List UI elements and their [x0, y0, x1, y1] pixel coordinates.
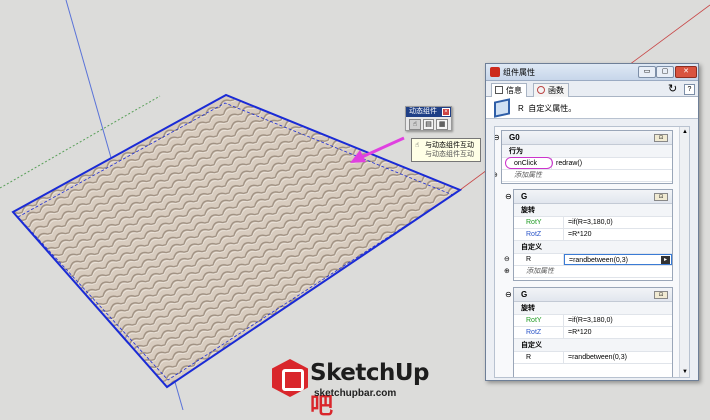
attribute-key: RotZ: [514, 327, 564, 338]
window-title: 组件属性: [503, 68, 535, 77]
formula-cursor-icon: ▸: [661, 256, 670, 264]
section-title: 自定义: [514, 241, 672, 254]
attribute-key: R: [514, 254, 564, 265]
tab-functions[interactable]: 函数: [533, 83, 569, 97]
pin-icon[interactable]: ⊡: [654, 134, 668, 142]
tab-info[interactable]: 信息: [491, 83, 527, 97]
attribute-block-g-2: ⊖ G ⊡ 旋转 RotY =if(R=3,180,0) RotZ =R*120…: [505, 287, 673, 377]
maximize-button[interactable]: ▢: [656, 66, 674, 78]
attribute-block-g: ⊖ G ⊡ 旋转 RotY =if(R=3,180,0) RotZ =R*120…: [504, 189, 673, 281]
pointer-arrow: [361, 136, 405, 159]
attribute-value-input[interactable]: =randbetween(0,3) ▸: [564, 254, 672, 265]
sketchupbar-logo: SketchUp吧 sketchupbar.com: [272, 356, 442, 419]
attribute-row[interactable]: RotY =if(R=3,180,0): [514, 315, 672, 327]
attribute-row[interactable]: RotZ =R*120: [514, 327, 672, 339]
remove-icon[interactable]: ⊖: [504, 256, 510, 264]
dynamic-components-toolbar: 动态组件 × ☝ ▤ ▦: [405, 106, 452, 131]
component-attributes-window: 组件属性 ▭ ▢ ✕ 信息 函数 ↻ ? R 自定义属性。 ⊖ G0 ⊡ 行为: [485, 63, 699, 381]
collapse-icon[interactable]: ⊖: [505, 291, 512, 299]
attribute-key: R: [514, 352, 564, 363]
close-icon[interactable]: ×: [442, 108, 450, 116]
close-button[interactable]: ✕: [675, 66, 697, 78]
pin-icon[interactable]: ⊡: [654, 291, 668, 299]
logo-mark-icon: [272, 359, 308, 397]
attribute-value[interactable]: =if(R=3,180,0): [564, 315, 672, 326]
add-icon[interactable]: ⊕: [504, 268, 510, 276]
attribute-row[interactable]: R =randbetween(0,3): [514, 352, 672, 364]
attribute-key: RotY: [514, 315, 564, 326]
scroll-up-icon[interactable]: ▲: [682, 129, 688, 135]
tab-bar: 信息 函数 ↻ ?: [486, 81, 698, 97]
attribute-value[interactable]: =R*120: [564, 327, 672, 338]
hand-cursor-icon: ☝: [415, 142, 420, 149]
component-attributes-icon[interactable]: ▦: [436, 119, 449, 130]
block-header[interactable]: ⊖ G0 ⊡: [495, 131, 672, 145]
window-titlebar[interactable]: 组件属性 ▭ ▢ ✕: [486, 64, 698, 81]
interact-icon[interactable]: ☝: [409, 119, 421, 130]
attribute-value[interactable]: =if(R=3,180,0): [564, 217, 672, 228]
toolbar-title: 动态组件 ×: [406, 107, 451, 117]
scroll-down-icon[interactable]: ▼: [682, 369, 688, 375]
component-options-icon[interactable]: ▤: [422, 119, 435, 130]
scrollbar[interactable]: ▲ ▼: [679, 127, 689, 377]
component-name: R 自定义属性。: [518, 104, 577, 113]
component-header: R 自定义属性。: [486, 97, 698, 119]
add-attribute-row[interactable]: ⊕ 添加属性: [504, 266, 672, 278]
component-icon: [494, 98, 510, 118]
section-title: 旋转: [514, 302, 672, 315]
pin-icon[interactable]: ⊡: [654, 193, 668, 201]
onclick-highlight: [505, 157, 553, 169]
minimize-button[interactable]: ▭: [638, 66, 656, 78]
logo-site: sketchupbar.com: [314, 388, 397, 399]
tooltip: ☝ 与动态组件互动 与动态组件互动: [411, 138, 481, 162]
attribute-row[interactable]: RotY =if(R=3,180,0): [514, 217, 672, 229]
block-header[interactable]: ⊖ G ⊡: [505, 190, 672, 204]
attribute-value[interactable]: redraw(): [552, 158, 672, 169]
roof-tile-field: [13, 95, 460, 387]
info-icon: [495, 86, 503, 94]
attribute-block-g0: ⊖ G0 ⊡ 行为 onClick redraw() ⊕ 添加属性: [495, 130, 673, 184]
refresh-icon[interactable]: ↻: [668, 83, 677, 95]
attribute-key: RotZ: [514, 229, 564, 240]
function-icon: [537, 86, 545, 94]
section-title: 旋转: [514, 204, 672, 217]
attribute-key: RotY: [514, 217, 564, 228]
attribute-row[interactable]: onClick redraw(): [502, 157, 672, 170]
sketchup-app-icon: [490, 67, 500, 77]
collapse-icon[interactable]: ⊖: [505, 193, 512, 201]
collapse-icon[interactable]: ⊖: [495, 134, 500, 142]
help-icon[interactable]: ?: [684, 84, 695, 95]
attribute-row[interactable]: ⊖ R =randbetween(0,3) ▸: [504, 254, 672, 266]
section-title: 自定义: [514, 339, 672, 352]
block-header[interactable]: ⊖ G ⊡: [505, 288, 672, 302]
add-icon[interactable]: ⊕: [495, 172, 498, 180]
attributes-panel[interactable]: ⊖ G0 ⊡ 行为 onClick redraw() ⊕ 添加属性 ⊖ G ⊡ …: [494, 126, 690, 378]
attribute-row[interactable]: RotZ =R*120: [514, 229, 672, 241]
add-attribute-row[interactable]: ⊕ 添加属性: [495, 170, 672, 182]
tooltip-desc: 与动态组件互动: [425, 151, 474, 158]
attribute-value[interactable]: =randbetween(0,3): [564, 352, 672, 363]
tooltip-title: 与动态组件互动: [425, 142, 474, 149]
attribute-value[interactable]: =R*120: [564, 229, 672, 240]
